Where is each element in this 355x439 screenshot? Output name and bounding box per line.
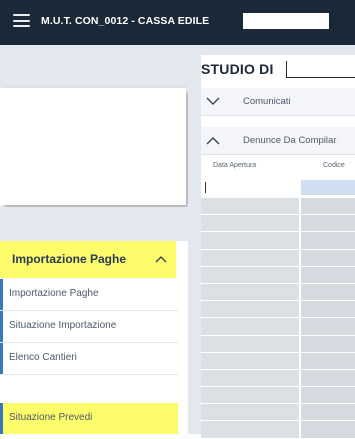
table-cell[interactable] (301, 404, 355, 421)
table-cell[interactable] (201, 318, 299, 335)
table-cell[interactable] (201, 335, 299, 352)
table-cell[interactable] (301, 232, 355, 249)
table-cell[interactable] (201, 232, 299, 249)
table-cell[interactable] (201, 301, 299, 318)
chevron-down-icon (206, 97, 220, 105)
sidebar-item-situazione-prevedi[interactable]: Situazione Prevedi (0, 403, 178, 434)
chevron-up-icon (155, 256, 167, 263)
sidebar-section-label: Importazione Paghe (12, 252, 127, 266)
table-row[interactable] (201, 249, 355, 267)
table-row[interactable] (201, 318, 355, 336)
table-cell[interactable] (301, 318, 355, 335)
column-header-data-apertura[interactable]: Data Apertura (213, 162, 256, 169)
table-row[interactable] (201, 301, 355, 319)
table-cell[interactable] (201, 215, 299, 232)
table-row[interactable] (201, 283, 355, 302)
table-cell[interactable] (301, 387, 355, 404)
table-cell[interactable] (201, 198, 299, 215)
table-header: Data Apertura Codice (201, 155, 355, 177)
sidebar-item-label: Situazione Importazione (9, 320, 117, 331)
sidebar-item-elenco-cantieri[interactable]: Elenco Cantieri (0, 343, 178, 375)
table-cell[interactable] (301, 249, 355, 266)
table-cell[interactable] (201, 249, 299, 266)
chevron-up-icon (206, 137, 220, 145)
sidebar-item-label: Situazione Prevedi (9, 412, 93, 423)
table-cell[interactable] (201, 352, 299, 369)
text-caret (205, 182, 206, 193)
table-body (201, 198, 355, 439)
table-cell[interactable] (201, 404, 299, 421)
redacted-box (286, 61, 355, 78)
sidebar-section-importazione-paghe[interactable]: Importazione Paghe (0, 241, 176, 278)
accordion-denunce-da-compilare[interactable]: Denunce Da Compilar (201, 127, 355, 155)
sidebar-item-situazione-importazione[interactable]: Situazione Importazione (0, 311, 178, 343)
table-row[interactable] (201, 421, 355, 439)
table-cell[interactable] (201, 421, 299, 438)
column-header-codice[interactable]: Codice (323, 162, 345, 169)
app-title: M.U.T. CON_0012 - CASSA EDILE (41, 15, 210, 27)
accordion-comunicati[interactable]: Comunicati (201, 88, 355, 116)
accordion-label: Denunce Da Compilar (243, 135, 337, 146)
table-row[interactable] (201, 369, 355, 388)
table-cell[interactable] (201, 283, 299, 301)
table-row[interactable] (201, 198, 355, 216)
filter-input[interactable] (201, 178, 299, 197)
hamburger-menu-icon[interactable] (13, 14, 30, 27)
sidebar-top-strip (0, 45, 188, 88)
sidebar-panel (0, 88, 186, 205)
selected-cell[interactable] (301, 180, 355, 195)
redacted-box (243, 13, 329, 29)
table-row[interactable] (201, 232, 355, 250)
page-title: STUDIO DI (201, 61, 274, 77)
table-row[interactable] (201, 335, 355, 353)
table-cell[interactable] (301, 421, 355, 438)
table-filter-row (201, 178, 355, 197)
table-cell[interactable] (301, 283, 355, 301)
sidebar-item-importazione-paghe[interactable]: Importazione Paghe (0, 279, 178, 311)
table-cell[interactable] (301, 215, 355, 232)
table-cell[interactable] (201, 369, 299, 387)
table-cell[interactable] (201, 266, 299, 283)
accordion-label: Comunicati (243, 96, 291, 107)
table-cell[interactable] (301, 266, 355, 283)
table-cell[interactable] (301, 369, 355, 387)
table-cell[interactable] (301, 352, 355, 369)
sidebar-item-label: Elenco Cantieri (9, 352, 77, 363)
table-cell[interactable] (301, 301, 355, 318)
app-header: M.U.T. CON_0012 - CASSA EDILE (0, 0, 355, 45)
sidebar-spacer (0, 207, 188, 241)
sidebar-item-label: Importazione Paghe (9, 288, 99, 299)
table-cell[interactable] (301, 198, 355, 215)
table-cell[interactable] (201, 387, 299, 404)
table-row[interactable] (201, 266, 355, 284)
table-row[interactable] (201, 215, 355, 233)
table-cell[interactable] (301, 335, 355, 352)
table-row[interactable] (201, 352, 355, 370)
table-row[interactable] (201, 387, 355, 405)
table-row[interactable] (201, 404, 355, 422)
